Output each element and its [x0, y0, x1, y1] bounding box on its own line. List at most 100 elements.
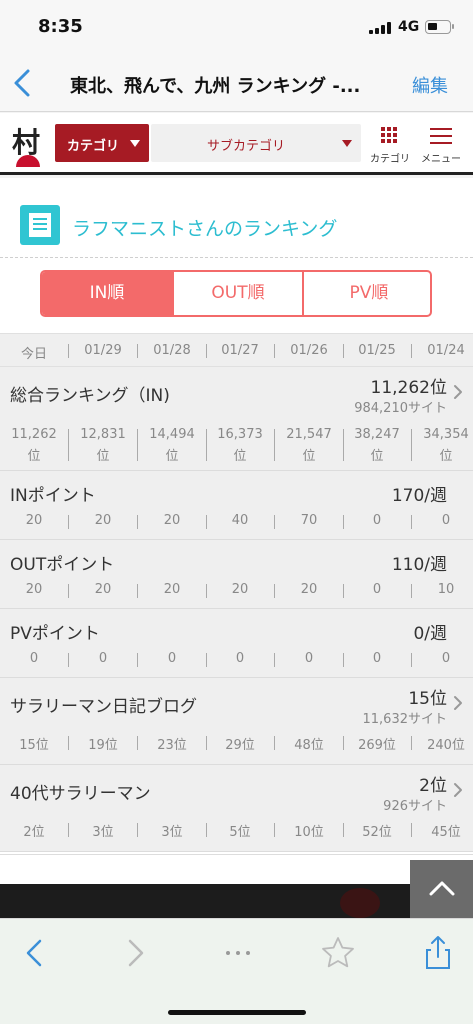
sort-tabs: IN順 OUT順 PV順	[40, 270, 432, 317]
history-value: 38,247	[354, 427, 400, 442]
date-header-cell: 01/25	[358, 343, 396, 358]
history-value: 16,373	[217, 427, 263, 442]
column-separator	[411, 653, 412, 667]
history-value: 20	[25, 582, 43, 597]
subcategory-select-label: サブカテゴリ	[207, 139, 286, 154]
section-header: ラフマニストさんのランキング	[0, 178, 473, 258]
history-unit: 位	[370, 449, 384, 464]
date-header-cell: 今日	[20, 347, 47, 362]
row-label: サラリーマン日記ブログ	[10, 697, 197, 717]
category-menu-button[interactable]: カテゴリ	[368, 125, 412, 169]
column-separator	[68, 584, 69, 598]
chevron-right-icon	[453, 384, 463, 400]
ad-banner[interactable]	[0, 860, 473, 918]
column-separator	[68, 823, 69, 837]
column-separator	[411, 584, 412, 598]
ranking-row[interactable]: 総合ランキング（IN) 11,262位 984,210サイト 11,262 位 12,83…	[0, 367, 473, 471]
history-value: 10	[437, 582, 455, 597]
date-header-cell: 01/29	[84, 343, 122, 358]
menu-button[interactable]: メニュー	[419, 125, 463, 169]
row-value: 11,262位	[370, 378, 447, 398]
history-unit: 位	[233, 449, 247, 464]
column-separator	[68, 344, 69, 358]
history-value: 70	[300, 513, 318, 528]
bookmark-star-icon[interactable]	[318, 933, 358, 973]
history-unit: 位	[439, 449, 453, 464]
column-separator	[206, 584, 207, 598]
page-title: 東北、飛んで、九州 ランキング -...	[70, 76, 361, 97]
history-value: 45位	[431, 825, 461, 840]
row-value: 170/週	[391, 486, 447, 506]
date-header-cell: 01/27	[221, 343, 259, 358]
history-value: 0	[372, 513, 382, 528]
column-separator	[274, 736, 275, 750]
ranking-row[interactable]: サラリーマン日記ブログ 15位 11,632サイト 15位 19位 23位 29位 48位 26…	[0, 678, 473, 765]
more-icon[interactable]	[218, 933, 258, 973]
edit-button[interactable]: 編集	[412, 72, 448, 98]
back-icon[interactable]	[16, 933, 56, 973]
network-type: 4G	[398, 19, 420, 35]
column-separator	[137, 515, 138, 529]
history-value: 20	[300, 582, 318, 597]
tab-pv-order[interactable]: PV順	[302, 272, 430, 315]
tab-out-order[interactable]: OUT順	[172, 272, 302, 315]
column-separator	[206, 823, 207, 837]
history-value: 19位	[88, 738, 118, 753]
row-value: 15位	[408, 689, 447, 709]
profile-card-icon	[20, 205, 60, 245]
column-separator	[343, 653, 344, 667]
row-label: INポイント	[10, 486, 96, 506]
category-select-label: カテゴリ	[67, 139, 120, 154]
column-separator	[411, 344, 412, 358]
status-bar: 8:35 4G	[0, 0, 473, 56]
chevron-down-icon	[130, 140, 140, 147]
column-separator	[206, 653, 207, 667]
column-separator	[343, 736, 344, 750]
category-select[interactable]: カテゴリ	[55, 124, 149, 162]
history-unit: 位	[302, 449, 316, 464]
column-separator	[343, 584, 344, 598]
column-separator	[68, 653, 69, 667]
history-value: 12,831	[80, 427, 126, 442]
history-value: 0	[235, 651, 245, 666]
column-separator	[274, 429, 275, 461]
ranking-panel: ラフマニストさんのランキング IN順 OUT順 PV順 今日 01/29 01/28…	[0, 178, 473, 860]
row-label: 総合ランキング（IN)	[10, 386, 170, 406]
history-value: 20	[231, 582, 249, 597]
history-value: 10位	[294, 825, 324, 840]
history-unit: 位	[27, 449, 41, 464]
tab-in-order[interactable]: IN順	[42, 272, 172, 315]
column-separator	[206, 736, 207, 750]
share-icon[interactable]	[418, 933, 458, 973]
history-value: 0	[372, 651, 382, 666]
column-separator	[343, 823, 344, 837]
status-time: 8:35	[38, 16, 83, 37]
history-value: 14,494	[149, 427, 195, 442]
chevron-down-icon	[342, 140, 352, 147]
history-value: 20	[94, 582, 112, 597]
column-separator	[411, 429, 412, 461]
date-header-cell: 01/26	[290, 343, 328, 358]
column-separator	[206, 344, 207, 358]
history-value: 23位	[157, 738, 187, 753]
history-value: 0	[167, 651, 177, 666]
back-chevron-icon[interactable]	[8, 66, 36, 100]
history-value: 20	[163, 582, 181, 597]
column-separator	[343, 515, 344, 529]
column-separator	[343, 344, 344, 358]
subcategory-select[interactable]: サブカテゴリ	[151, 124, 361, 162]
row-site-count: 11,632サイト	[362, 712, 448, 727]
forward-icon[interactable]	[114, 933, 154, 973]
chevron-right-icon	[453, 782, 463, 798]
history-value: 3位	[92, 825, 114, 840]
site-header: 村 カテゴリ サブカテゴリ カテゴリ メニュー	[0, 113, 473, 175]
category-menu-label: カテゴリ	[370, 154, 410, 165]
history-value: 0	[372, 582, 382, 597]
ranking-row: PVポイント 0/週 0 0 0 0 0 0 0	[0, 609, 473, 678]
ranking-row[interactable]: 40代サラリーマン 2位 926サイト 2位 3位 3位 5位 10位 52位 45位	[0, 765, 473, 852]
site-logo[interactable]: 村	[12, 121, 44, 167]
row-site-count: 984,210サイト	[354, 401, 447, 416]
scroll-to-top-button[interactable]	[410, 860, 473, 918]
column-separator	[137, 653, 138, 667]
history-value: 15位	[19, 738, 49, 753]
